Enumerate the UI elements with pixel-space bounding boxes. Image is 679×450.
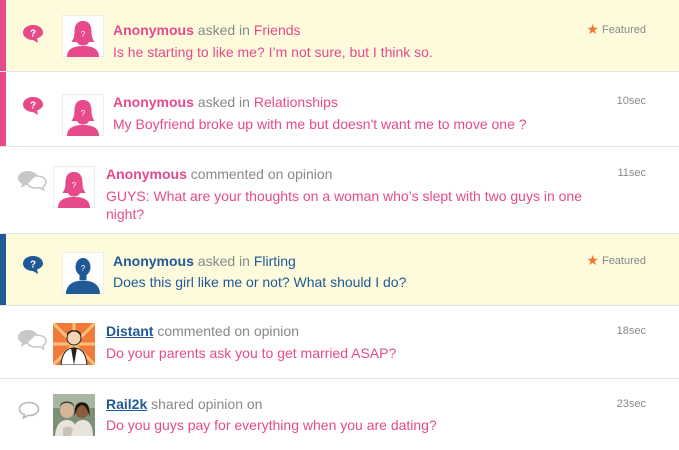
featured-badge: ★ Featured <box>586 21 646 38</box>
svg-text:?: ? <box>30 29 36 40</box>
feed-item-category-link[interactable]: Friends <box>254 22 301 38</box>
feed-item-timestamp: 10sec <box>616 95 646 107</box>
share-bubble-icon <box>18 401 40 424</box>
feed-item-timestamp: 11sec <box>617 167 646 179</box>
feed-item-accent-bar <box>0 0 6 71</box>
feed-item-meta: Distant commented on opinion <box>106 322 299 340</box>
svg-text:?: ? <box>30 101 36 112</box>
user-photo-avatar[interactable] <box>53 323 95 365</box>
feed-item-accent-bar <box>0 72 6 146</box>
featured-badge: ★ Featured <box>586 252 646 269</box>
feed-item[interactable]: Rail2k shared opinion on Do you guys pay… <box>0 379 679 450</box>
featured-label: Featured <box>601 24 646 36</box>
svg-text:?: ? <box>81 264 86 273</box>
feed-item-title[interactable]: Is he starting to like me? I’m not sure,… <box>113 43 618 61</box>
feed-item-title[interactable]: My Boyfriend broke up with me but doesn'… <box>113 115 618 133</box>
svg-text:?: ? <box>81 109 86 118</box>
question-bubble-icon: ? <box>22 96 44 121</box>
svg-text:?: ? <box>81 30 86 39</box>
feed-item-category-link[interactable]: Relationships <box>254 94 338 110</box>
feed-item[interactable]: Distant commented on opinion Do your par… <box>0 306 679 379</box>
feed-item-action: asked in <box>197 22 250 38</box>
feed-item-category-link[interactable]: Flirting <box>254 253 296 269</box>
comment-bubbles-icon <box>16 328 48 355</box>
feed-item-action: commented on opinion <box>190 166 333 182</box>
feed-item-user[interactable]: Anonymous <box>113 94 194 110</box>
feed-item-action: commented on opinion <box>157 323 299 339</box>
question-bubble-icon: ? <box>22 255 44 280</box>
feed-item[interactable]: ? ? Anonymous asked in Relationships My … <box>0 72 679 147</box>
comment-bubbles-icon <box>16 169 48 196</box>
feed-item-accent-bar <box>0 234 6 305</box>
feed-item-title[interactable]: Do you guys pay for everything when you … <box>106 416 611 434</box>
feed-item-user[interactable]: Rail2k <box>106 396 147 412</box>
question-bubble-icon: ? <box>22 24 44 49</box>
feed-item-timestamp: 18sec <box>616 325 646 337</box>
feed-item-user[interactable]: Anonymous <box>106 166 187 182</box>
feed-item-timestamp: 23sec <box>616 398 646 410</box>
star-icon: ★ <box>586 21 599 37</box>
feed-item-action: asked in <box>197 253 250 269</box>
feed-item-title[interactable]: GUYS: What are your thoughts on a woman … <box>106 187 596 223</box>
star-icon: ★ <box>586 252 599 268</box>
feed-item-meta: Anonymous asked in Friends <box>113 21 301 39</box>
user-photo-avatar[interactable] <box>53 394 95 436</box>
female-anonymous-avatar[interactable]: ? <box>62 15 104 57</box>
feed-item-user[interactable]: Anonymous <box>113 22 194 38</box>
feed-item-user[interactable]: Distant <box>106 323 153 339</box>
male-anonymous-avatar[interactable]: ? <box>62 252 104 294</box>
activity-feed: ? ? Anonymous asked in Friends Is he sta… <box>0 0 679 450</box>
feed-item[interactable]: ? Anonymous commented on opinion GUYS: W… <box>0 147 679 234</box>
feed-item-title[interactable]: Do your parents ask you to get married A… <box>106 344 611 362</box>
feed-item[interactable]: ? ? Anonymous asked in Flirting Does thi… <box>0 234 679 306</box>
feed-item-title[interactable]: Does this girl like me or not? What shou… <box>113 273 618 291</box>
svg-text:?: ? <box>72 181 77 190</box>
feed-item-meta: Rail2k shared opinion on <box>106 395 262 413</box>
feed-item-user[interactable]: Anonymous <box>113 253 194 269</box>
feed-item-meta: Anonymous asked in Relationships <box>113 93 338 111</box>
feed-item-meta: Anonymous asked in Flirting <box>113 252 296 270</box>
female-anonymous-avatar[interactable]: ? <box>53 166 95 208</box>
feed-item[interactable]: ? ? Anonymous asked in Friends Is he sta… <box>0 0 679 72</box>
feed-item-meta: Anonymous commented on opinion <box>106 165 332 183</box>
feed-item-action: asked in <box>197 94 250 110</box>
svg-text:?: ? <box>30 260 36 271</box>
featured-label: Featured <box>601 255 646 267</box>
female-anonymous-avatar[interactable]: ? <box>62 94 104 136</box>
feed-item-action: shared opinion on <box>151 396 263 412</box>
